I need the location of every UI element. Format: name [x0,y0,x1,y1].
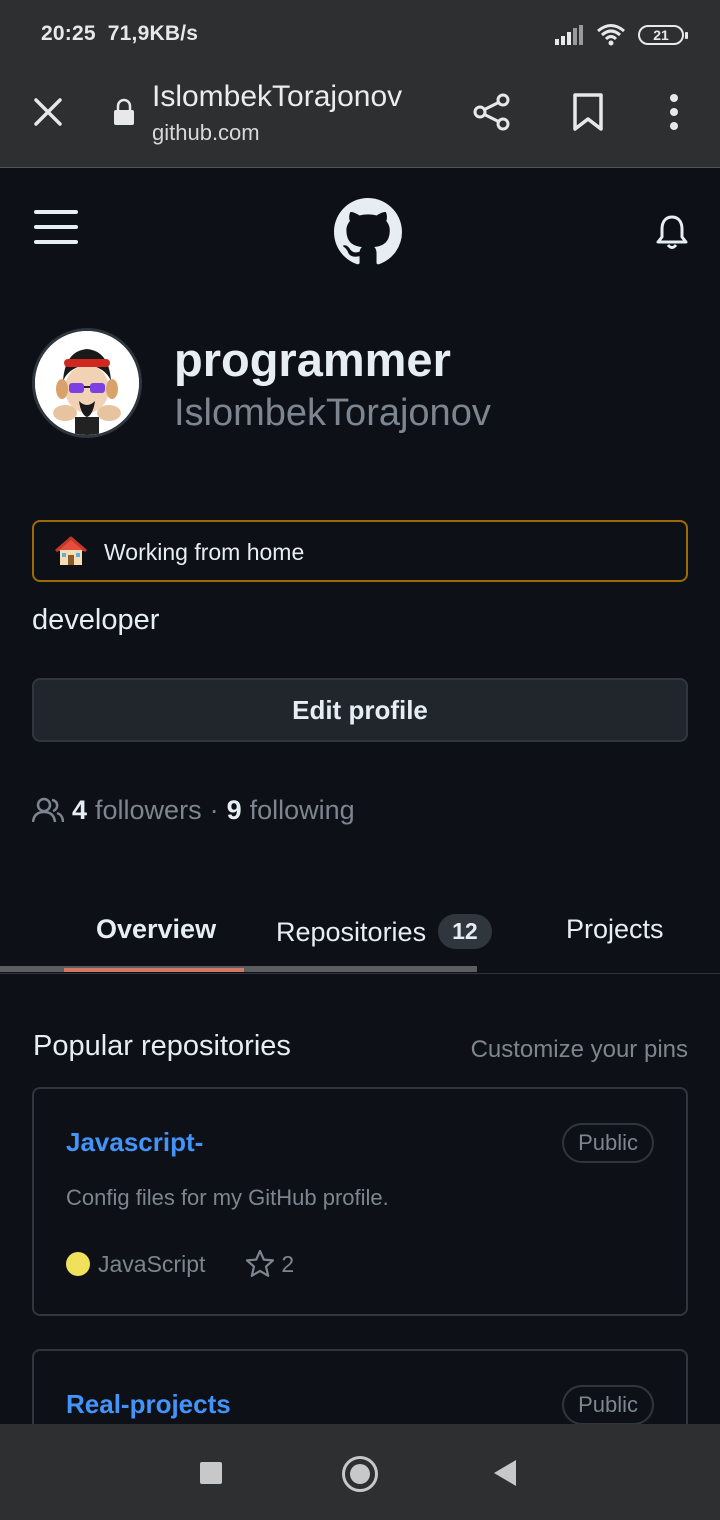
people-icon [32,797,64,823]
user-status[interactable]: Working from home [32,520,688,582]
visibility-badge: Public [562,1385,654,1425]
tab-repositories-label: Repositories [276,917,427,947]
star-icon [246,1249,275,1277]
repo-name-link[interactable]: Javascript- [66,1127,203,1158]
hamburger-menu-icon[interactable] [34,208,78,246]
avatar[interactable] [32,328,142,438]
status-time: 20:25 71,9KB/s [41,22,199,45]
repo-description: Config files for my GitHub profile. [66,1185,389,1210]
repo-stars[interactable]: 2 [281,1251,294,1278]
edit-profile-button[interactable]: Edit profile [32,678,688,742]
repo-name-link[interactable]: Real-projects [66,1389,231,1420]
lock-icon [114,98,134,125]
signal-icon [555,25,583,45]
following-label: following [249,794,355,825]
close-icon[interactable] [30,94,66,130]
customize-pins-link[interactable]: Customize your pins [471,1036,688,1064]
profile-username: IslombekTorajonov [174,392,491,434]
back-triangle-icon[interactable] [494,1460,516,1486]
bookmark-icon[interactable] [570,92,606,132]
recents-square-icon[interactable] [200,1462,222,1484]
bell-icon[interactable] [652,212,692,252]
followers-link[interactable]: 4 followers [72,795,202,826]
house-emoji-icon [55,536,87,565]
tab-overview[interactable]: Overview [96,914,216,945]
language-color-dot [66,1252,90,1276]
more-vert-icon[interactable] [660,92,688,132]
page-domain[interactable]: github.com [152,120,260,146]
profile-tabs: Overview Repositories 12 Projects [0,900,720,974]
browser-toolbar: IslombekTorajonov github.com [0,70,720,168]
profile-display-name: programmer [174,333,451,386]
popular-repositories-title: Popular repositories [33,1030,291,1062]
following-count: 9 [226,794,242,825]
visibility-badge: Public [562,1123,654,1163]
wifi-icon [597,24,625,46]
page-title[interactable]: IslombekTorajonov [152,80,432,114]
share-icon[interactable] [472,92,512,132]
system-navigation-bar [0,1424,720,1520]
follow-stats: 4 followers · 9 following [32,792,355,828]
repo-meta: JavaScript 2 [66,1249,294,1279]
follow-separator: · [209,794,219,825]
github-logo-icon[interactable] [334,198,402,266]
home-circle-icon[interactable] [342,1456,378,1492]
profile-bio: developer [32,604,160,636]
following-link[interactable]: 9 following [227,795,355,826]
repo-language: JavaScript [98,1250,206,1277]
github-header [0,168,720,298]
network-speed: 71,9KB/s [107,22,199,45]
avatar-image [35,331,139,435]
status-text: Working from home [104,539,305,565]
battery-icon: 21 [638,25,688,45]
repositories-counter: 12 [438,914,492,949]
tab-active-indicator [64,968,244,972]
status-bar: 20:25 71,9KB/s 21 [0,0,720,70]
followers-count: 4 [72,794,88,825]
tab-repositories[interactable]: Repositories 12 [276,914,492,949]
repo-card: Javascript- Public Config files for my G… [32,1087,688,1316]
followers-label: followers [95,794,202,825]
tab-projects[interactable]: Projects [566,914,664,945]
